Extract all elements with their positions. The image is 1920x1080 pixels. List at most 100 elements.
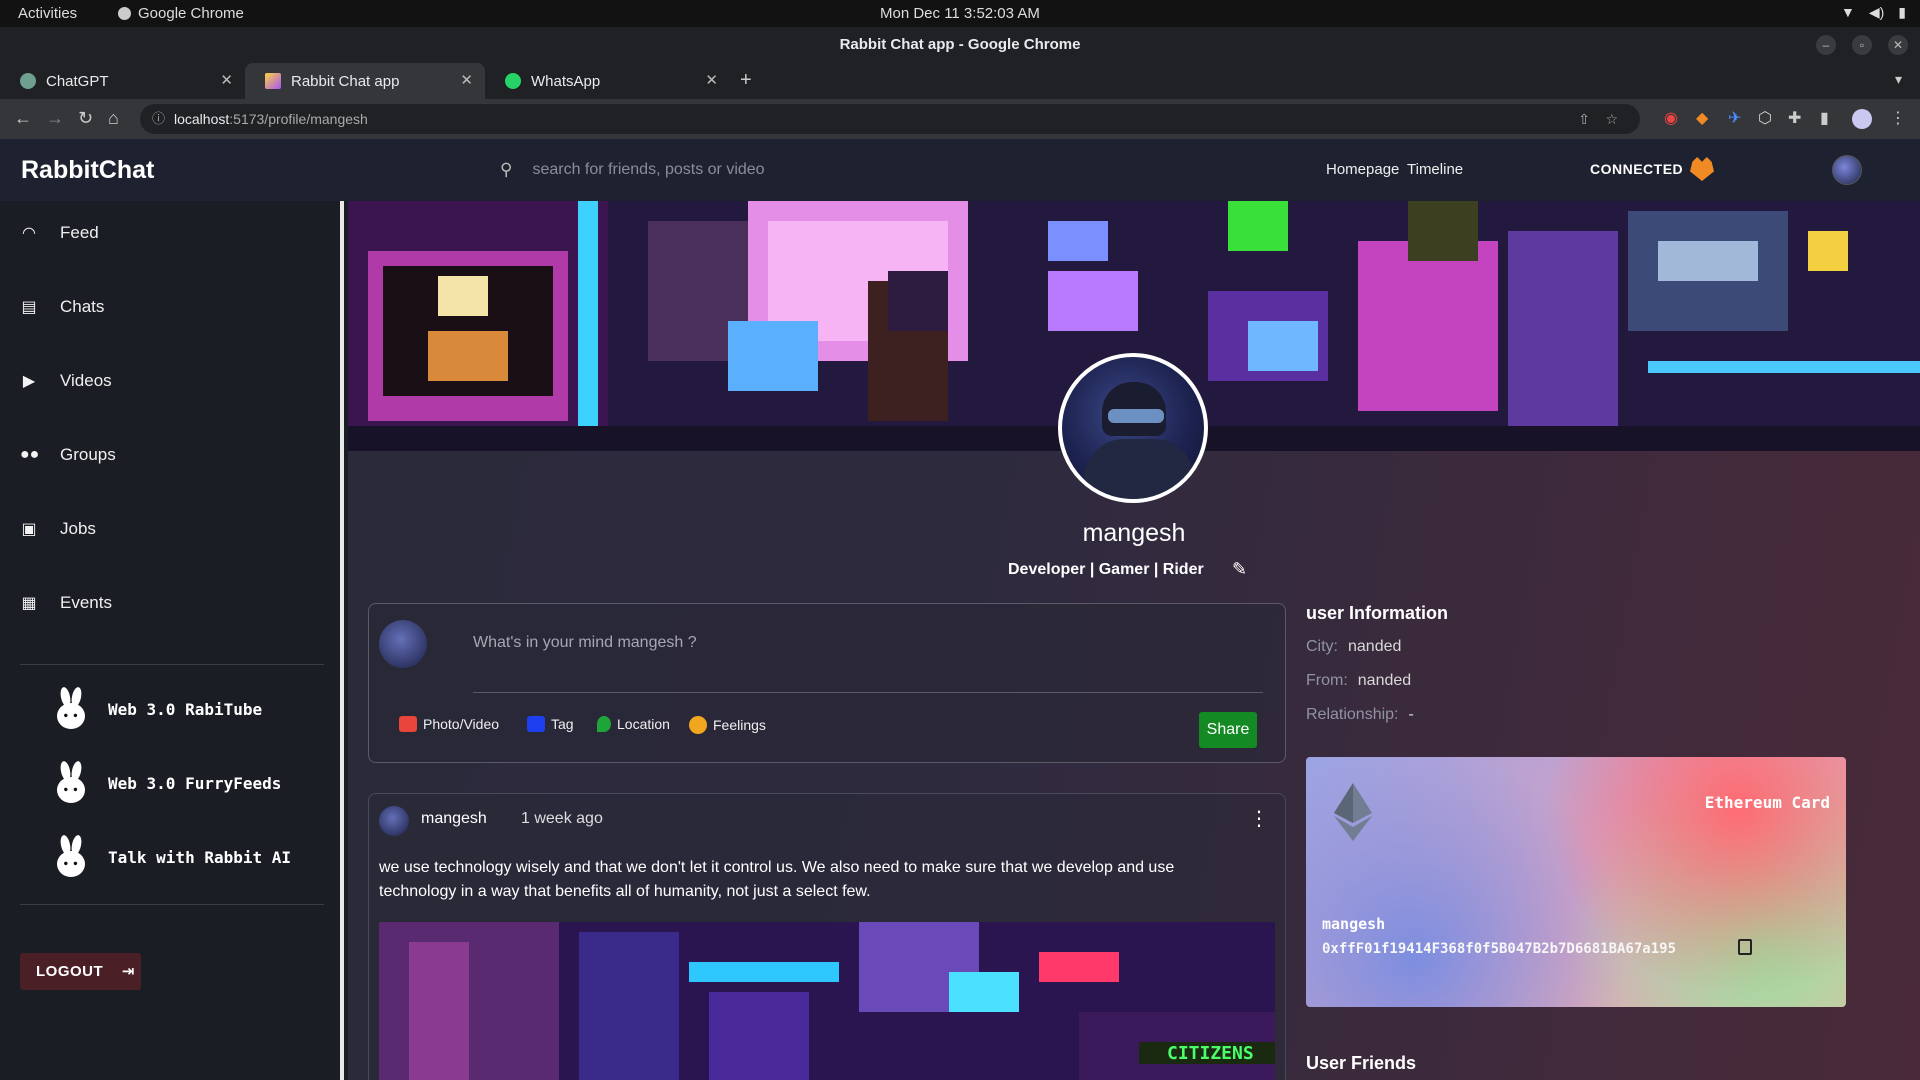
window-controls: – ▫ ✕ <box>1816 35 1908 55</box>
tab-whatsapp[interactable]: WhatsApp ✕ <box>485 63 730 99</box>
card-holder-name: mangesh <box>1322 915 1386 933</box>
card-title: Ethereum Card <box>1704 793 1830 812</box>
profile-avatar[interactable] <box>1058 353 1208 503</box>
system-clock[interactable]: Mon Dec 11 3:52:03 AM <box>880 5 1040 22</box>
sidebar-item-groups[interactable]: ●● Groups <box>20 445 116 465</box>
share-button[interactable]: Share <box>1199 712 1257 748</box>
window-titlebar: Rabbit Chat app - Google Chrome – ▫ ✕ <box>0 27 1920 63</box>
volume-icon: ◀) <box>1868 4 1885 20</box>
tab-chatgpt[interactable]: ChatGPT ✕ <box>0 63 245 99</box>
link-furryfeeds[interactable]: ●● Web 3.0 FurryFeeds <box>54 760 282 805</box>
info-row-city: City: nanded <box>1306 638 1401 656</box>
metamask-fox-icon <box>1690 157 1714 181</box>
sidebar-item-label: Feed <box>60 223 99 242</box>
search-input[interactable] <box>532 161 1093 179</box>
minimize-icon[interactable]: – <box>1816 35 1836 55</box>
active-app-indicator[interactable]: Google Chrome <box>118 5 244 22</box>
link-label: Talk with Rabbit AI <box>108 847 292 867</box>
edit-pencil-icon[interactable]: ✎ <box>1232 559 1247 580</box>
app-logo[interactable]: RabbitChat <box>21 156 154 185</box>
chatgpt-favicon-icon <box>20 73 36 89</box>
share-page-icon[interactable]: ⇧ <box>1578 104 1590 134</box>
forward-icon[interactable]: → <box>46 108 64 129</box>
browser-menu-icon[interactable]: ⋮ <box>1890 108 1906 128</box>
tab-close-icon[interactable]: ✕ <box>705 71 718 89</box>
post-author[interactable]: mangesh <box>421 810 487 828</box>
bookmark-star-icon[interactable]: ☆ <box>1605 104 1618 134</box>
site-info-icon[interactable]: ⓘ <box>152 104 165 134</box>
composer-divider <box>473 692 1263 693</box>
user-avatar[interactable] <box>1832 155 1862 185</box>
reload-icon[interactable]: ↻ <box>78 108 93 129</box>
search-bar: ⚲ <box>500 155 1120 185</box>
location-option[interactable]: Location <box>597 716 670 732</box>
video-icon: ▶ <box>22 373 36 390</box>
sidebar-divider <box>20 664 324 665</box>
home-icon[interactable]: ⌂ <box>108 108 119 129</box>
tab-close-icon[interactable]: ✕ <box>220 71 233 89</box>
nav-link-homepage[interactable]: Homepage <box>1326 161 1399 178</box>
logout-label: LOGOUT <box>36 963 104 980</box>
new-tab-icon[interactable]: + <box>740 69 752 92</box>
info-row-from: From: nanded <box>1306 672 1411 690</box>
close-window-icon[interactable]: ✕ <box>1888 35 1908 55</box>
tag-icon <box>527 716 545 732</box>
tag-option[interactable]: Tag <box>527 716 574 732</box>
logout-icon: ⇥ <box>121 963 135 980</box>
group-icon: ●● <box>20 446 40 463</box>
rabbit-icon: ●● <box>54 686 88 731</box>
feelings-option[interactable]: Feelings <box>689 716 766 734</box>
copy-icon[interactable] <box>1738 939 1752 955</box>
sidebar-item-label: Chats <box>60 297 105 316</box>
back-icon[interactable]: ← <box>14 108 32 129</box>
extensions-puzzle-icon[interactable]: ✚ <box>1788 108 1801 128</box>
wallet-address: 0xffF01f19414F368f0f5B047B2b7D6681BA67a1… <box>1322 941 1677 957</box>
url-path: :5173/profile/mangesh <box>229 111 368 127</box>
logout-button[interactable]: LOGOUT ⇥ <box>20 953 141 990</box>
extension-icon[interactable]: ◉ <box>1664 108 1678 128</box>
info-key: Relationship: <box>1306 706 1399 723</box>
sidebar-item-videos[interactable]: ▶ Videos <box>20 371 112 391</box>
post-author-avatar[interactable] <box>379 806 409 836</box>
sidebar-item-chats[interactable]: ▤ Chats <box>20 297 104 317</box>
profile-avatar-icon[interactable] <box>1852 109 1872 129</box>
battery-icon: ▮ <box>1898 4 1906 20</box>
sidebar-item-label: Jobs <box>60 519 96 538</box>
link-rabitube[interactable]: ●● Web 3.0 RabiTube <box>54 686 262 731</box>
tab-label: ChatGPT <box>46 72 109 90</box>
extension-icon[interactable]: ✈ <box>1728 108 1741 128</box>
link-rabbit-ai[interactable]: ●● Talk with Rabbit AI <box>54 834 292 879</box>
info-key: From: <box>1306 672 1348 689</box>
composer-input[interactable]: What's in your mind mangesh ? <box>473 634 697 652</box>
system-tray[interactable]: ▼ ◀) ▮ <box>1841 4 1906 21</box>
post-image[interactable]: CITIZENS <box>379 922 1275 1080</box>
post-composer: What's in your mind mangesh ? Photo/Vide… <box>368 603 1286 763</box>
smiley-icon <box>689 716 707 734</box>
more-options-icon[interactable]: ⋮ <box>1249 806 1269 831</box>
maximize-icon[interactable]: ▫ <box>1852 35 1872 55</box>
activities-button[interactable]: Activities <box>18 5 77 22</box>
photo-video-option[interactable]: Photo/Video <box>399 716 499 732</box>
whatsapp-favicon-icon <box>505 73 521 89</box>
option-label: Location <box>617 716 670 732</box>
url-bar[interactable]: ⓘ localhost:5173/profile/mangesh ⇧ ☆ <box>140 104 1640 134</box>
extension-icon[interactable]: ⬡ <box>1758 108 1772 128</box>
tab-rabbit-chat[interactable]: Rabbit Chat app ✕ <box>245 63 485 99</box>
metamask-extension-icon[interactable]: ◆ <box>1696 108 1708 128</box>
side-panel-icon[interactable]: ▮ <box>1820 108 1829 128</box>
info-value: nanded <box>1348 638 1402 655</box>
sidebar-item-events[interactable]: ▦ Events <box>20 593 112 613</box>
ethereum-icon <box>1334 783 1372 841</box>
profile-username: mangesh <box>1082 519 1186 547</box>
nav-link-timeline[interactable]: Timeline <box>1407 161 1463 178</box>
wallet-status[interactable]: CONNECTED <box>1590 161 1683 177</box>
window-title: Rabbit Chat app - Google Chrome <box>839 36 1081 53</box>
info-key: City: <box>1306 638 1338 655</box>
sidebar-item-feed[interactable]: ◠ Feed <box>20 223 99 243</box>
tab-search-chevron-icon[interactable]: ▾ <box>1895 71 1902 88</box>
option-label: Photo/Video <box>423 716 500 732</box>
tab-close-icon[interactable]: ✕ <box>460 71 473 89</box>
link-label: Web 3.0 FurryFeeds <box>108 773 282 793</box>
sidebar-item-jobs[interactable]: ▣ Jobs <box>20 519 96 539</box>
location-pin-icon <box>597 716 611 732</box>
